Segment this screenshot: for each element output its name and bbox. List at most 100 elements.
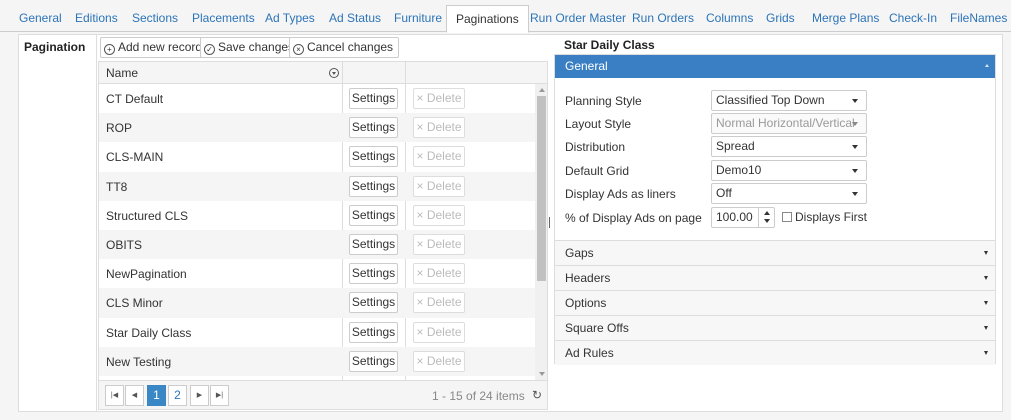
delete-button: × Delete	[413, 263, 465, 285]
grid-rows: CT Default Settings × Delete ROP Settings × D…	[99, 84, 535, 376]
grid-scrollbar[interactable]	[535, 84, 547, 380]
default-grid-select[interactable]: Demo10	[711, 160, 867, 181]
table-row[interactable]: ROP Settings × Delete	[99, 113, 535, 143]
planning-style-label: Planning Style	[565, 94, 642, 108]
display-ads-liners-select[interactable]: Off	[711, 183, 867, 204]
expand-icon	[984, 276, 988, 280]
pagination-label: Pagination	[24, 40, 86, 54]
chevron-down-icon	[852, 145, 858, 149]
plus-icon: +	[104, 44, 115, 55]
delete-button: × Delete	[413, 88, 465, 109]
tab-run-order-master[interactable]: Run Order Master	[521, 6, 635, 32]
section-label: Ad Rules	[565, 346, 614, 360]
settings-button[interactable]: Settings	[349, 175, 398, 197]
cancel-icon: ×	[293, 44, 304, 55]
section-ad-rules[interactable]: Ad Rules	[555, 340, 995, 365]
row-name: CT Default	[106, 92, 164, 106]
distribution-select[interactable]: Spread	[711, 136, 867, 157]
tab-general[interactable]: General	[10, 6, 71, 32]
section-square-offs[interactable]: Square Offs	[555, 315, 995, 340]
settings-button[interactable]: Settings	[349, 350, 398, 372]
add-record-button[interactable]: + Add new record	[100, 37, 209, 58]
row-name: Structured CLS	[106, 208, 189, 223]
tab-grids[interactable]: Grids	[757, 6, 804, 32]
settings-button[interactable]: Settings	[349, 292, 398, 314]
table-row[interactable]: OBITS Settings × Delete	[99, 229, 535, 260]
settings-button[interactable]: Settings	[349, 321, 398, 343]
refresh-icon[interactable]: ↻	[532, 388, 542, 402]
page-2-button[interactable]: 2	[168, 385, 187, 406]
prev-page-button[interactable]: ◀	[125, 385, 144, 406]
row-name: New Testing	[106, 354, 172, 369]
tab-ad-types[interactable]: Ad Types	[256, 6, 324, 32]
column-header-name[interactable]: Name	[106, 66, 138, 80]
settings-button[interactable]: Settings	[349, 233, 398, 255]
pager-info: 1 - 15 of 24 items	[432, 389, 525, 403]
cancel-changes-label: Cancel changes	[307, 40, 394, 54]
section-label: Square Offs	[565, 321, 629, 335]
tab-ad-status[interactable]: Ad Status	[320, 6, 390, 32]
default-grid-label: Default Grid	[565, 164, 630, 178]
spin-down-icon[interactable]	[764, 219, 770, 223]
scroll-thumb[interactable]	[537, 96, 546, 281]
tab-paginations[interactable]: Paginations	[446, 5, 529, 33]
tab-editions[interactable]: Editions	[66, 6, 127, 32]
table-row[interactable]: New Testing Settings × Delete	[99, 346, 535, 376]
save-changes-button[interactable]: ✓ Save changes	[200, 37, 301, 58]
page-1-button[interactable]: 1	[147, 385, 166, 406]
collapse-icon	[985, 64, 989, 67]
tab-merge-plans[interactable]: Merge Plans	[803, 6, 888, 32]
chevron-down-icon	[852, 99, 858, 103]
settings-button[interactable]: Settings	[349, 204, 398, 226]
delete-button: × Delete	[413, 175, 465, 197]
tab-run-orders[interactable]: Run Orders	[623, 6, 703, 32]
table-row[interactable]: Structured CLS Settings × Delete	[99, 201, 535, 230]
tab-placements[interactable]: Placements	[183, 6, 264, 32]
chevron-down-icon	[852, 122, 858, 126]
planning-style-select[interactable]: Classified Top Down	[711, 90, 867, 111]
table-row[interactable]: CLS Minor Settings × Delete	[99, 288, 535, 318]
row-name: OBITS	[106, 237, 143, 252]
row-name: ROP	[106, 121, 133, 136]
settings-button[interactable]: Settings	[349, 146, 398, 168]
displays-first-checkbox[interactable]	[782, 212, 792, 222]
last-page-button[interactable]: ▶|	[210, 385, 229, 406]
divider	[96, 34, 97, 412]
section-gaps[interactable]: Gaps	[555, 240, 995, 265]
spin-up-icon[interactable]	[764, 211, 770, 215]
percent-display-input[interactable]: 100.00	[711, 207, 775, 228]
settings-button[interactable]: Settings	[349, 263, 398, 285]
next-page-button[interactable]: ▶	[190, 385, 209, 406]
planning-style-value: Classified Top Down	[716, 93, 825, 107]
scroll-down-icon[interactable]	[539, 372, 545, 376]
table-row[interactable]: CT Default Settings × Delete	[99, 84, 535, 113]
splitter-handle[interactable]	[549, 217, 550, 228]
table-row[interactable]: Star Daily Class Settings × Delete	[99, 318, 535, 347]
layout-style-label: Layout Style	[565, 117, 632, 131]
cancel-changes-button[interactable]: × Cancel changes	[289, 37, 400, 58]
scroll-up-icon[interactable]	[539, 88, 545, 92]
settings-button[interactable]: Settings	[349, 88, 398, 109]
tab-sections[interactable]: Sections	[123, 6, 187, 32]
section-label: Options	[565, 296, 607, 310]
number-spinner[interactable]	[758, 208, 774, 227]
table-row[interactable]: TT8 Settings × Delete	[99, 171, 535, 201]
tab-columns[interactable]: Columns	[697, 6, 762, 32]
section-options[interactable]: Options	[555, 290, 995, 315]
tab-filenames[interactable]: FileNames	[941, 6, 1011, 32]
section-headers[interactable]: Headers	[555, 265, 995, 290]
table-row[interactable]: NewPagination Settings × Delete	[99, 259, 535, 288]
percent-display-value: 100.00	[716, 210, 753, 224]
display-ads-liners-label: Display Ads as liners	[565, 187, 676, 201]
general-section-header[interactable]: General	[555, 55, 995, 78]
default-grid-value: Demo10	[716, 163, 762, 177]
first-page-button[interactable]: |◀	[105, 385, 124, 406]
chevron-down-icon	[852, 169, 858, 173]
settings-button[interactable]: Settings	[349, 117, 398, 139]
section-label: Headers	[565, 271, 611, 285]
tab-furniture[interactable]: Furniture	[385, 6, 451, 32]
table-row[interactable]: CLS-MAIN Settings × Delete	[99, 142, 535, 171]
delete-button: × Delete	[413, 204, 465, 226]
tab-check-in[interactable]: Check-In	[880, 6, 946, 32]
filter-icon[interactable]	[329, 68, 339, 78]
